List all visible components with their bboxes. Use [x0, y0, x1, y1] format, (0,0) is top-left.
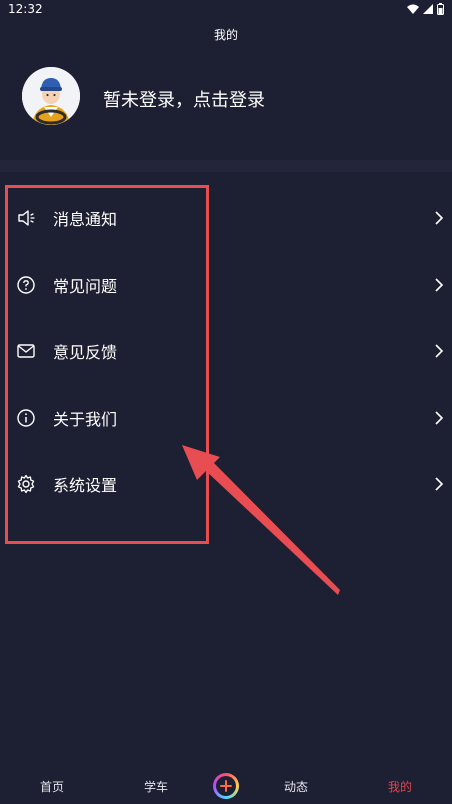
chevron-right-icon: [435, 410, 444, 425]
tab-home[interactable]: 首页: [22, 778, 82, 795]
avatar[interactable]: [22, 67, 80, 125]
tab-learn-driving[interactable]: 学车: [126, 778, 186, 795]
status-time: 12:32: [8, 2, 43, 16]
chevron-right-icon: [435, 277, 444, 292]
status-bar: 12:32: [0, 0, 452, 20]
plus-icon: [220, 780, 232, 792]
chevron-right-icon: [435, 477, 444, 491]
annotation-highlight-box: [5, 185, 209, 544]
signal-icon: [423, 4, 433, 14]
driver-avatar-icon: [22, 67, 80, 125]
profile-login-row[interactable]: 暂未登录，点击登录: [0, 60, 452, 140]
wifi-icon: [407, 4, 419, 14]
chevron-right-icon: [435, 344, 444, 358]
chevron-right-icon: [435, 211, 444, 225]
tab-mine[interactable]: 我的: [370, 778, 430, 795]
section-divider: [0, 160, 452, 172]
tab-feed[interactable]: 动态: [266, 778, 326, 795]
login-prompt[interactable]: 暂未登录，点击登录: [103, 86, 265, 112]
status-icons: [407, 3, 444, 15]
battery-icon: [437, 3, 444, 15]
center-add-button[interactable]: [213, 773, 239, 799]
page-title: 我的: [213, 28, 238, 42]
